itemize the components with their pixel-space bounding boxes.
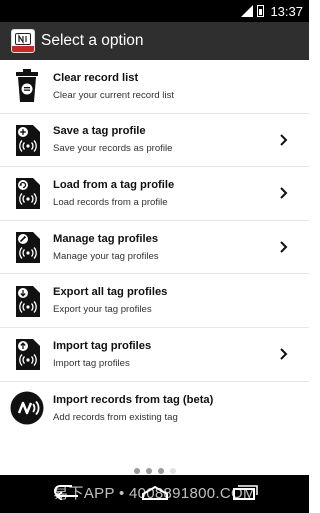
app-logo (11, 29, 35, 53)
option-title: Clear record list (53, 71, 139, 84)
page-dot (133, 468, 140, 474)
option-title: Manage tag profiles (53, 232, 159, 245)
action-bar: Select a option (0, 22, 309, 60)
signal-icon (241, 5, 254, 17)
chevron-right-icon (280, 348, 288, 360)
option-title: Import records from tag (beta) (53, 393, 214, 406)
option-manage-tag-profiles[interactable]: Manage tag profiles Manage your tag prof… (0, 221, 309, 275)
page-dot-active (169, 468, 176, 474)
page-dot (145, 468, 152, 474)
option-subtitle: Manage your tag profiles (53, 250, 159, 262)
load-tag-profile-icon (16, 178, 40, 210)
option-load-tag-profile[interactable]: Load from a tag profile Load records fro… (0, 167, 309, 221)
import-tag-profile-icon (16, 339, 40, 371)
page-dot (157, 468, 164, 474)
option-import-tag-profiles[interactable]: Import tag profiles Import tag profiles (0, 328, 309, 382)
chevron-right-icon (280, 134, 288, 146)
option-import-records-from-tag[interactable]: Import records from tag (beta) Add recor… (0, 382, 309, 436)
option-save-tag-profile[interactable]: Save a tag profile Save your records as … (0, 114, 309, 168)
option-subtitle: Export your tag profiles (53, 304, 152, 316)
chevron-right-icon (280, 241, 288, 253)
watermark: 易下APP • 4008891800.COM (53, 485, 256, 502)
options-list: Clear record list Clear your current rec… (0, 60, 309, 435)
option-title: Save a tag profile (53, 125, 146, 138)
option-export-tag-profiles[interactable]: Export all tag profiles Export your tag … (0, 274, 309, 328)
save-tag-profile-icon (16, 124, 40, 156)
option-subtitle: Load records from a profile (53, 196, 168, 208)
option-subtitle: Save your records as profile (53, 143, 173, 155)
option-title: Import tag profiles (53, 339, 152, 352)
nfc-tag-icon (10, 391, 44, 425)
chevron-right-icon (280, 187, 288, 200)
page-indicator (0, 468, 309, 474)
manage-tag-profile-icon (16, 232, 40, 264)
battery-icon (257, 5, 265, 17)
trash-icon (16, 69, 38, 103)
option-subtitle: Import tag profiles (53, 357, 130, 369)
page-title: Select a option (41, 32, 144, 49)
status-time: 13:37 (270, 3, 303, 19)
nfc-logo-icon (15, 33, 31, 45)
option-title: Export all tag profiles (53, 286, 168, 299)
status-bar: 13:37 (0, 0, 309, 22)
option-title: Load from a tag profile (53, 178, 175, 191)
option-clear-record-list[interactable]: Clear record list Clear your current rec… (0, 60, 309, 114)
option-subtitle: Add records from existing tag (53, 411, 178, 423)
export-tag-profile-icon (16, 285, 40, 317)
option-subtitle: Clear your current record list (53, 89, 175, 101)
